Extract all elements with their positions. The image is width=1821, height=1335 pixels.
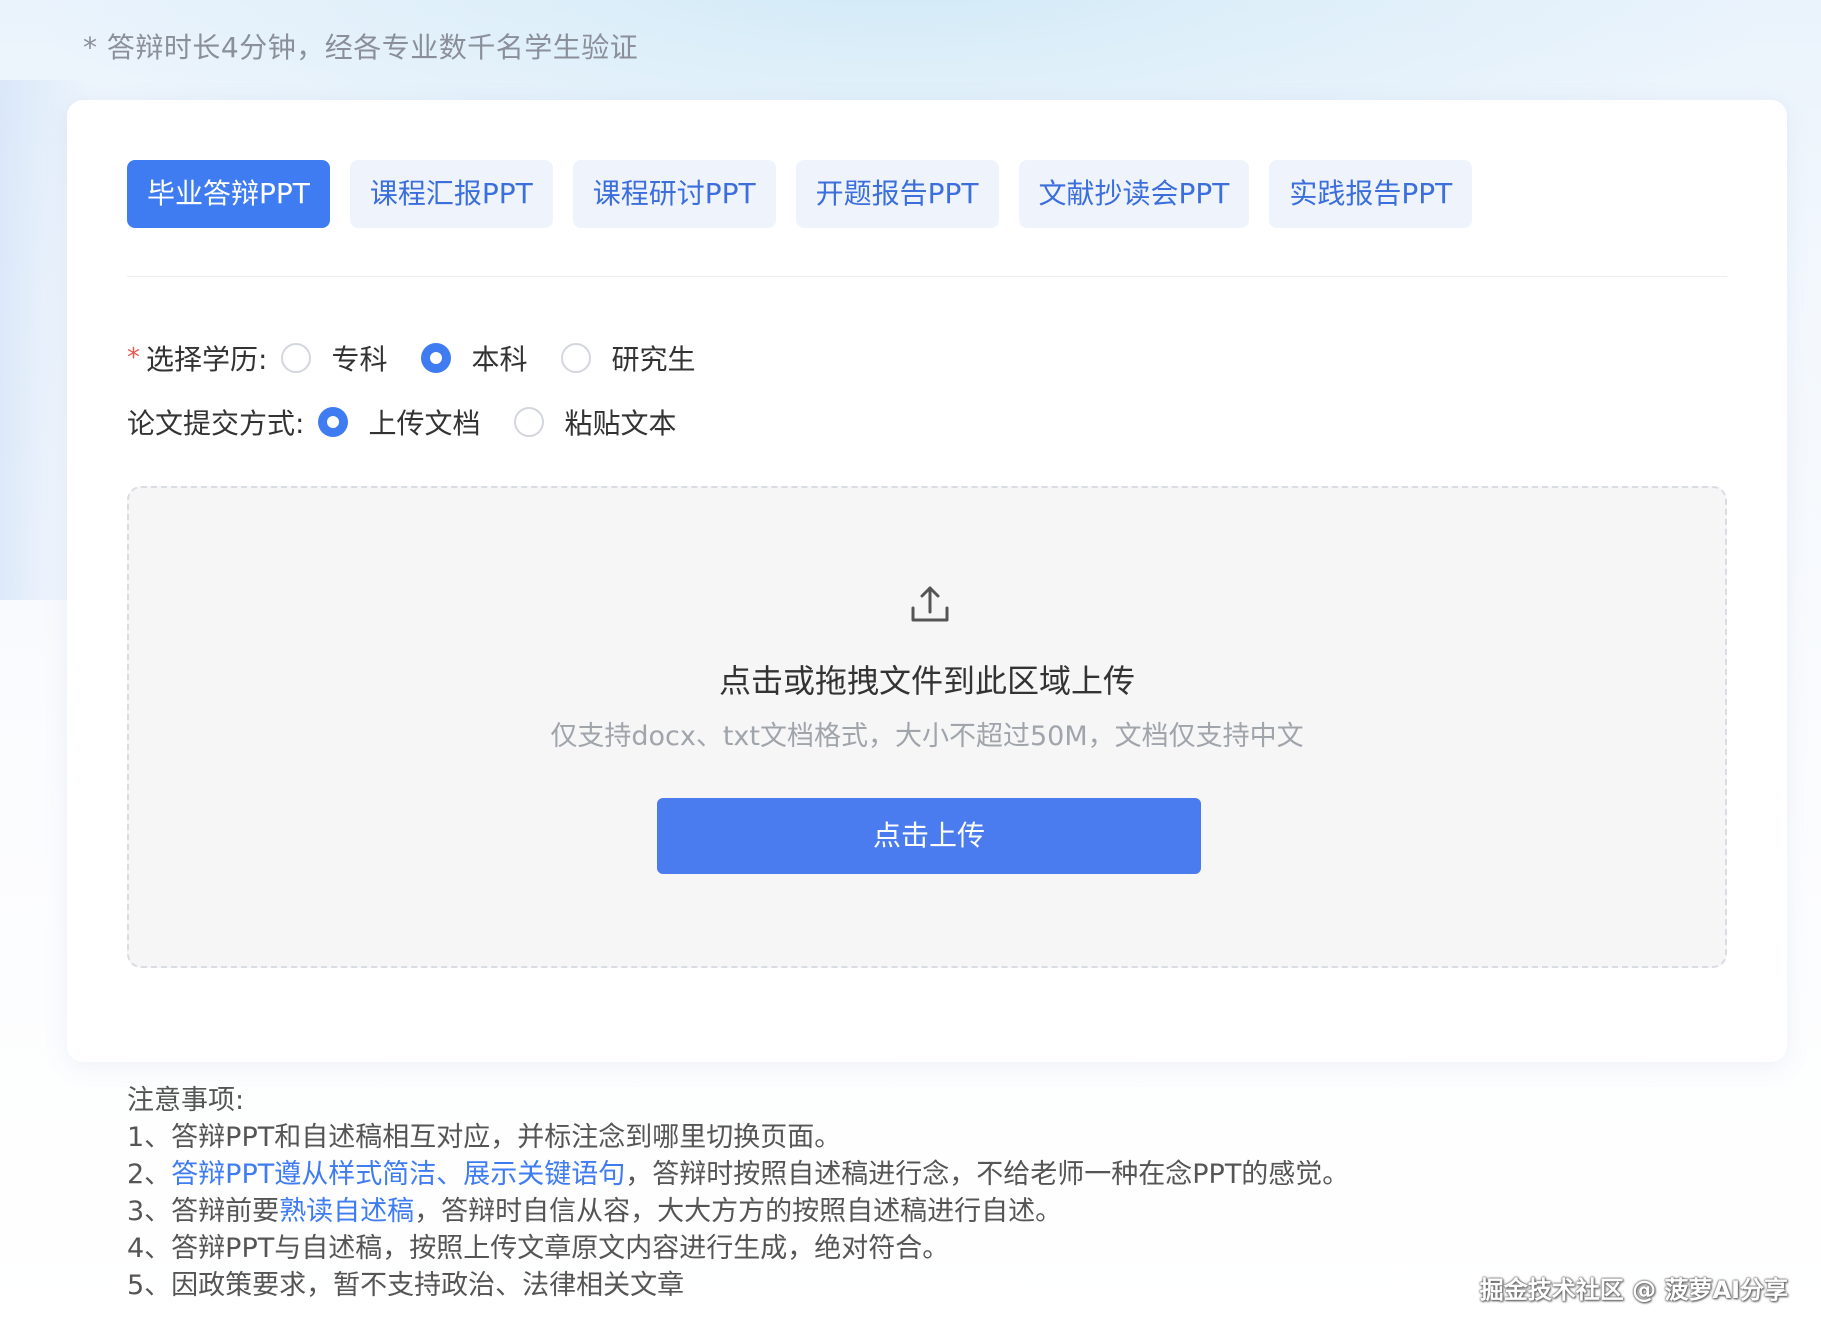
required-mark: *: [127, 343, 140, 373]
file-upload-dropzone[interactable]: 点击或拖拽文件到此区域上传 仅支持docx、txt文档格式，大小不超过50M，文…: [127, 486, 1727, 968]
radio-option-graduate[interactable]: 研究生: [561, 338, 695, 378]
note-item-5: 5、因政策要求，暂不支持政治、法律相关文章: [127, 1270, 685, 1301]
radio-label: 上传文档: [368, 407, 481, 440]
tab-proposal-report[interactable]: 开题报告PPT: [795, 160, 999, 228]
note-item-3: 3、答辩前要熟读自述稿，答辩时自信从容，大大方方的按照自述稿进行自述。: [127, 1196, 1063, 1227]
note-item-1: 1、答辩PPT和自述稿相互对应，并标注念到哪里切换页面。: [127, 1122, 842, 1153]
radio-button-checked[interactable]: [318, 407, 349, 437]
submit-method-row: 论文提交方式: 上传文档 粘贴文本: [127, 400, 710, 444]
ppt-generator-card: 毕业答辩PPT 课程汇报PPT 课程研讨PPT 开题报告PPT 文献抄读会PPT…: [67, 100, 1787, 1062]
radio-option-upload-document[interactable]: 上传文档: [318, 402, 480, 442]
tab-practice-report[interactable]: 实践报告PPT: [1269, 160, 1473, 228]
upload-icon: [911, 586, 949, 622]
submit-method-label: 论文提交方式:: [127, 407, 305, 440]
dropzone-hint: 仅支持docx、txt文档格式，大小不超过50M，文档仅支持中文: [550, 721, 1304, 752]
radio-option-bachelor[interactable]: 本科: [421, 338, 527, 378]
tabs-divider: [127, 276, 1727, 277]
radio-option-junior-college[interactable]: 专科: [281, 338, 387, 378]
ppt-type-tabs: 毕业答辩PPT 课程汇报PPT 课程研讨PPT 开题报告PPT 文献抄读会PPT…: [127, 160, 1473, 228]
notes-section: 注意事项: 1、答辩PPT和自述稿相互对应，并标注念到哪里切换页面。 2、答辩P…: [127, 1082, 1349, 1304]
note-item-4: 4、答辩PPT与自述稿，按照上传文章原文内容进行生成，绝对符合。: [127, 1233, 950, 1264]
radio-button[interactable]: [561, 343, 592, 373]
tab-graduation-defense[interactable]: 毕业答辩PPT: [127, 160, 330, 228]
education-label: 选择学历:: [146, 343, 268, 376]
watermark: 掘金技术社区 @ 菠萝AI分享: [1479, 1276, 1788, 1304]
dropzone-title: 点击或拖拽文件到此区域上传: [718, 662, 1135, 700]
tab-literature-reading[interactable]: 文献抄读会PPT: [1018, 160, 1250, 228]
page-subtitle: * 答辩时长4分钟，经各专业数千名学生验证: [83, 31, 639, 64]
radio-option-paste-text[interactable]: 粘贴文本: [514, 402, 676, 442]
radio-label: 粘贴文本: [564, 407, 677, 440]
upload-button[interactable]: 点击上传: [657, 798, 1201, 874]
radio-label: 研究生: [611, 343, 696, 376]
note-highlight: 答辩PPT遵从样式简洁、展示关键语句: [171, 1159, 626, 1190]
education-row: * 选择学历: 专科 本科 研究生: [127, 336, 729, 380]
radio-label: 本科: [471, 343, 528, 376]
radio-button-checked[interactable]: [421, 343, 452, 373]
notes-heading: 注意事项:: [127, 1085, 245, 1116]
radio-label: 专科: [331, 343, 388, 376]
tab-course-seminar[interactable]: 课程研讨PPT: [572, 160, 776, 228]
note-highlight: 熟读自述稿: [279, 1196, 415, 1227]
note-item-2: 2、答辩PPT遵从样式简洁、展示关键语句，答辩时按照自述稿进行念，不给老师一种在…: [127, 1159, 1350, 1190]
tab-course-report[interactable]: 课程汇报PPT: [349, 160, 553, 228]
radio-button[interactable]: [514, 407, 545, 437]
radio-button[interactable]: [281, 343, 312, 373]
